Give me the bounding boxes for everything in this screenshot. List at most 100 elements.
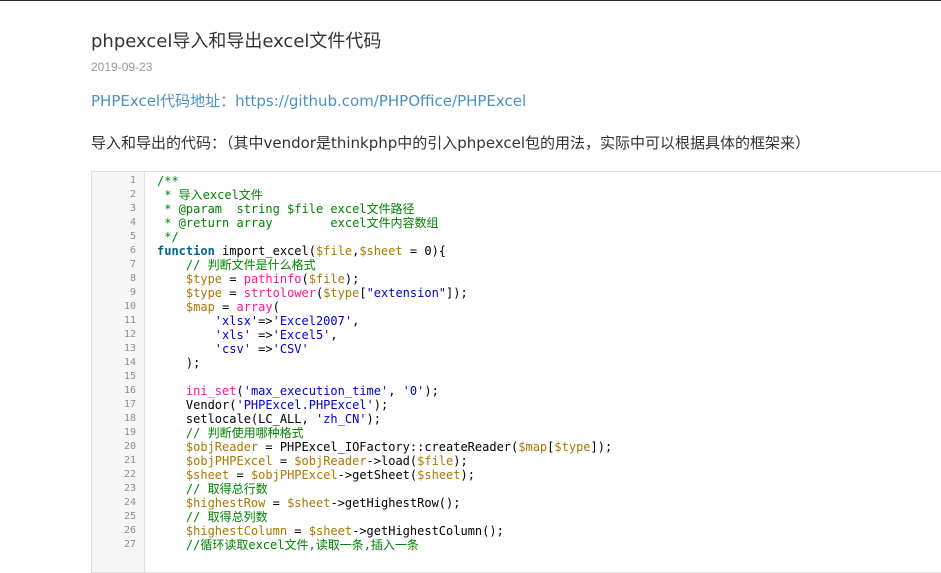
code-token: ]); [446, 286, 468, 300]
code-token: 'zh_CN' [315, 412, 367, 426]
code-token: $objPHPExcel [250, 468, 338, 482]
source-line: PHPExcel代码地址：https://github.com/PHPOffic… [91, 90, 526, 111]
line-number: 25 [123, 511, 136, 522]
code-token: => [250, 328, 273, 342]
code-token: * @param string $file excel文件路径 [157, 202, 415, 216]
code-line: $map = array( [157, 300, 280, 314]
code-line: * @param string $file excel文件路径 [157, 202, 415, 216]
code-line: $highestRow = $sheet->getHighestRow(); [157, 496, 461, 510]
code-line: * 导入excel文件 [157, 188, 263, 202]
code-line: 'xlsx'=>'Excel2007', [157, 314, 360, 328]
top-divider [0, 0, 941, 1]
code-token: => [250, 342, 273, 356]
code-token: ->getSheet( [337, 468, 418, 482]
code-token: ); [344, 272, 360, 286]
code-token: , [352, 314, 360, 328]
code-line: ); [157, 356, 200, 370]
code-token: 'xlsx' [214, 314, 259, 328]
code-token: [ [359, 286, 367, 300]
line-number: 12 [123, 329, 136, 340]
code-token: ); [453, 454, 468, 468]
line-number: 1 [129, 175, 136, 186]
code-line: $objPHPExcel = $objReader->load($file); [157, 454, 468, 468]
line-number: 21 [123, 455, 136, 466]
line-number: 15 [123, 371, 136, 382]
code-token: = 0){ [402, 244, 447, 258]
line-number: 10 [123, 301, 136, 312]
code-token: ); [157, 356, 201, 370]
code-line: // 取得总列数 [157, 510, 268, 524]
source-label: PHPExcel代码地址 [91, 92, 221, 110]
code-token: ); [373, 398, 389, 412]
code-token: = [222, 272, 244, 286]
line-number: 4 [129, 217, 136, 228]
code-token: $sheet [359, 244, 403, 258]
code-line: /** [157, 174, 179, 188]
code-line: $type = strtolower($type["extension"]); [157, 286, 468, 300]
code-token: $highestRow [185, 496, 266, 510]
code-line: $highestColumn = $sheet->getHighestColum… [157, 524, 504, 538]
code-token: setlocale(LC_ALL, [157, 412, 316, 426]
line-number: 9 [129, 287, 136, 298]
source-link[interactable]: https://github.com/PHPOffice/PHPExcel [235, 92, 526, 110]
code-token: import_excel( [214, 244, 316, 258]
code-token: ]); [590, 440, 613, 454]
code-token: = [287, 524, 309, 538]
code-line: ini_set('max_execution_time', '0'); [157, 384, 439, 398]
code-token: = [272, 454, 295, 468]
code-line: setlocale(LC_ALL, 'zh_CN'); [157, 412, 381, 426]
code-token: , [330, 328, 338, 342]
code-block: 1 2 3 4 5 6 7 8 9 10 11 12 13 14 15 16 17 18 19 20 21 22 23 24 2… [91, 171, 941, 573]
line-number: 11 [123, 315, 136, 326]
code-token: $file [417, 454, 454, 468]
line-number: 3 [129, 203, 136, 214]
code-token: ); [424, 384, 439, 398]
code-token: ); [460, 468, 475, 482]
code-token: function [157, 244, 215, 258]
line-number-gutter: 1 2 3 4 5 6 7 8 9 10 11 12 13 14 15 16 17 18 19 20 21 22 23 24 2… [92, 172, 145, 572]
code-token: ->getHighestRow(); [330, 496, 461, 510]
line-number: 5 [129, 231, 136, 242]
code-line: function import_excel($file,$sheet = 0){ [157, 244, 446, 258]
code-line: //循环读取excel文件,读取一条,插入一条 [157, 538, 419, 552]
code-token: pathinfo [243, 272, 302, 286]
code-token: /** [157, 174, 179, 188]
code-token: $type [185, 272, 223, 286]
code-line: Vendor('PHPExcel.PHPExcel'); [157, 398, 388, 412]
line-number: 20 [123, 441, 136, 452]
line-number: 6 [129, 245, 136, 256]
code-line: * @return array excel文件内容数组 [157, 216, 438, 230]
code-token: $type [554, 440, 591, 454]
code-line: */ [157, 230, 178, 244]
code-token: $objReader [185, 440, 259, 454]
code-token: 'max_execution_time' [243, 384, 389, 398]
code-line: 'csv' =>'CSV' [157, 342, 309, 356]
code-token: // 取得总行数 [157, 482, 268, 496]
line-number: 18 [123, 413, 136, 424]
code-token: 'CSV' [272, 342, 309, 356]
code-token: ->load( [366, 454, 418, 468]
code-token: 'Excel5' [272, 328, 331, 342]
code-token: strtolower [243, 286, 316, 300]
code-line: 'xls' =>'Excel5', [157, 328, 338, 342]
code-line: // 取得总行数 [157, 482, 268, 496]
code-token: // 判断文件是什么格式 [157, 258, 316, 272]
code-token: $sheet [287, 496, 331, 510]
line-number: 14 [123, 357, 136, 368]
code-token: 'xls' [214, 328, 251, 342]
code-token: $file [315, 244, 353, 258]
code-token: ( [301, 272, 309, 286]
code-line: // 判断使用哪种格式 [157, 426, 304, 440]
code-token: $objReader [294, 454, 367, 468]
code-token: '0' [402, 384, 425, 398]
code-token: Vendor( [157, 398, 237, 412]
code-token: $sheet [308, 524, 353, 538]
